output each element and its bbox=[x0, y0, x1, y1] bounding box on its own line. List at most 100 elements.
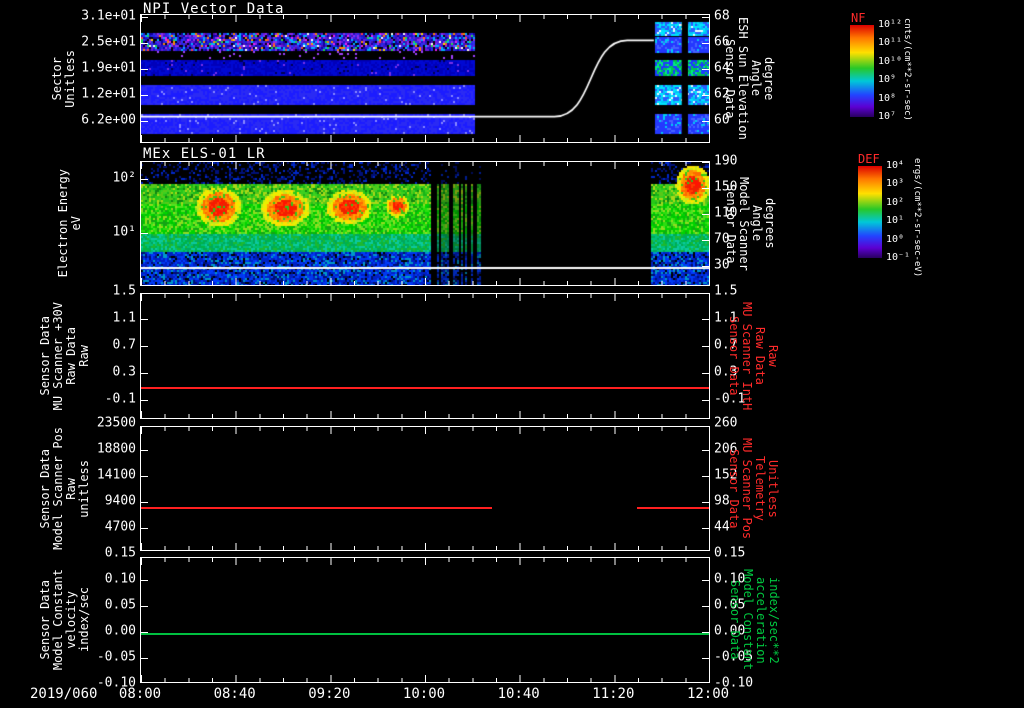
panel2-left-axis-title: Electron Energy eV bbox=[40, 161, 100, 286]
colorbar-tick-label: 10⁰ bbox=[886, 233, 905, 245]
time-axis-labels: 08:00 08:40 09:20 10:00 10:40 11:20 12:00 bbox=[119, 686, 729, 702]
axis-title-line: Raw Data bbox=[64, 327, 78, 385]
x-tick-marks-top bbox=[141, 294, 709, 301]
npi-spectrogram-panel bbox=[140, 14, 710, 143]
science-plot-screen: NPI Vector Data MEx ELS-01 LR 3.1e+01 2.… bbox=[0, 0, 1024, 708]
axis-title-line: Sensor Data bbox=[728, 580, 743, 660]
axis-title-line: velocity bbox=[64, 591, 78, 649]
model-scanner-pos-panel bbox=[140, 426, 710, 551]
colorbar2-units: ergs/(cm**2-sr-sec-eV) bbox=[912, 158, 922, 278]
y-tick-label: 9400 bbox=[104, 493, 136, 509]
colorbar1-units: cnts/(cm**2-sr-sec) bbox=[902, 18, 912, 121]
x-tick-marks-top bbox=[141, 427, 709, 434]
colorbar-tick-label: 10¹² bbox=[878, 19, 903, 30]
axis-title-line: Unitless bbox=[765, 459, 780, 518]
axis-title-line: degrees bbox=[762, 198, 777, 249]
axis-title-line: Sensor Data bbox=[727, 316, 742, 396]
colorbar2 bbox=[858, 166, 882, 258]
colorbar-tick-label: 10⁹ bbox=[878, 74, 897, 86]
axis-title-line: Raw bbox=[765, 345, 780, 367]
time-tick-label: 09:20 bbox=[308, 686, 351, 702]
panel2-right-axis-title: Sensor Data Model Scanner Angle degrees bbox=[718, 161, 782, 286]
axis-title-line: unitless bbox=[76, 459, 91, 518]
panel3-left-axis-title: Sensor Data MU Scanner +30V Raw Data Raw bbox=[26, 293, 104, 419]
axis-title-line: Sensor Data bbox=[727, 448, 742, 529]
panel2-title: MEx ELS-01 LR bbox=[143, 146, 266, 162]
y-tick-label: 10¹ bbox=[112, 224, 136, 240]
colorbar2-gradient bbox=[858, 166, 882, 258]
time-tick-label: 08:00 bbox=[118, 686, 162, 702]
mu-scanner-30v-data-line bbox=[141, 387, 709, 389]
x-tick-marks-bottom bbox=[141, 411, 709, 418]
axis-title-line: acceleration bbox=[753, 576, 768, 664]
y-tick-label: 1.1 bbox=[112, 310, 136, 326]
axis-title-line: Model Scanner bbox=[737, 176, 751, 271]
axis-title-line: Angle bbox=[748, 60, 763, 97]
y-tick-marks-right bbox=[702, 294, 709, 418]
axis-title-line: index/sec bbox=[76, 587, 91, 653]
y-tick-label: 0.3 bbox=[112, 364, 136, 380]
axis-title-line: degree bbox=[761, 56, 776, 101]
scanner-pos-data-line-segment1 bbox=[141, 507, 492, 509]
colorbar-tick-label: 10⁻¹ bbox=[886, 252, 911, 263]
colorbar-tick-label: 10² bbox=[886, 196, 905, 208]
y-tick-label: 0.15 bbox=[104, 545, 136, 561]
x-tick-marks-bottom bbox=[141, 675, 709, 682]
panel4-right-axis-title: Sensor Data MU Scanner Pos Telemetry Unitle… bbox=[722, 426, 784, 551]
axis-title-line: Angle bbox=[749, 205, 764, 242]
axis-title-line: Telemetry bbox=[752, 455, 767, 522]
y-tick-marks-left bbox=[141, 558, 148, 682]
axis-title-line: Raw Data bbox=[752, 327, 767, 385]
colorbar-tick-label: 10¹¹ bbox=[878, 37, 903, 49]
y-tick-marks-right bbox=[702, 427, 709, 550]
npi-spectrogram-canvas bbox=[141, 15, 709, 142]
y-tick-label: 4700 bbox=[104, 519, 136, 535]
velocity-data-line bbox=[141, 633, 709, 635]
colorbar-tick-label: 10³ bbox=[886, 178, 905, 190]
x-tick-marks-bottom bbox=[141, 543, 709, 550]
time-tick-label: 10:40 bbox=[497, 686, 540, 702]
els-spectrogram-panel bbox=[140, 161, 710, 286]
time-tick-label: 08:40 bbox=[213, 686, 256, 702]
date-label: 2019/060 bbox=[30, 686, 98, 702]
axis-title-line: Sensor Data bbox=[724, 183, 739, 264]
y-tick-label: 0.10 bbox=[104, 571, 136, 587]
axis-title-line: Raw bbox=[64, 477, 78, 500]
panel3-right-axis-title: Sensor Data MU Scanner IntH Raw Data Raw bbox=[722, 293, 784, 419]
y-tick-label: 0.05 bbox=[104, 597, 136, 613]
colorbar2-title: DEF bbox=[858, 152, 880, 166]
colorbar1 bbox=[850, 25, 874, 117]
y-tick-marks-left bbox=[141, 427, 148, 550]
axis-title-line: Model Constant bbox=[741, 569, 755, 671]
y-tick-label: 10² bbox=[112, 170, 136, 186]
colorbar-tick-label: 10⁷ bbox=[878, 111, 897, 122]
x-tick-marks-top bbox=[141, 558, 709, 565]
panel5-left-axis-title: Sensor Data Model Constant velocity index/s… bbox=[26, 557, 104, 683]
axis-title-line: Unitless bbox=[63, 49, 77, 108]
axis-title-line: index/sec**2 bbox=[766, 576, 781, 664]
panel1-right-axis-title: Sensor Data ESH Sun Elevation Angle degree bbox=[718, 14, 780, 143]
y-tick-label: 1.5 bbox=[112, 283, 136, 299]
colorbar1-scale: 10¹² 10¹¹ 10¹⁰ 10⁹ 10⁸ 10⁷ bbox=[878, 20, 918, 122]
model-constant-velocity-panel bbox=[140, 557, 710, 683]
axis-title-line: Raw bbox=[76, 345, 91, 367]
y-tick-marks-left bbox=[141, 294, 148, 418]
panel1-left-axis-title: Sector Unitless bbox=[28, 14, 100, 143]
els-spectrogram-canvas bbox=[141, 162, 709, 285]
y-tick-label: 0.7 bbox=[112, 337, 136, 353]
y-tick-label: -0.1 bbox=[104, 391, 136, 407]
colorbar-tick-label: 10⁴ bbox=[886, 160, 905, 171]
colorbar-tick-label: 10¹⁰ bbox=[878, 55, 903, 67]
colorbar1-gradient bbox=[850, 25, 874, 117]
colorbar-tick-label: 10⁸ bbox=[878, 92, 897, 104]
panel5-right-axis-title: Sensor Data Model Constant acceleration ind… bbox=[722, 557, 786, 683]
panel4-left-axis-title: Sensor Data Model Scanner Pos Raw unitless bbox=[26, 426, 104, 551]
colorbar1-title: NF bbox=[851, 11, 866, 25]
y-tick-label: 0.00 bbox=[104, 623, 136, 639]
axis-title-line: eV bbox=[69, 216, 83, 231]
axis-title-line: MU Scanner IntH bbox=[740, 301, 754, 411]
axis-title-line: Sensor Data bbox=[723, 38, 738, 119]
y-tick-marks-right bbox=[702, 558, 709, 682]
colorbar-tick-label: 10¹ bbox=[886, 215, 905, 227]
time-tick-label: 12:00 bbox=[686, 686, 730, 702]
